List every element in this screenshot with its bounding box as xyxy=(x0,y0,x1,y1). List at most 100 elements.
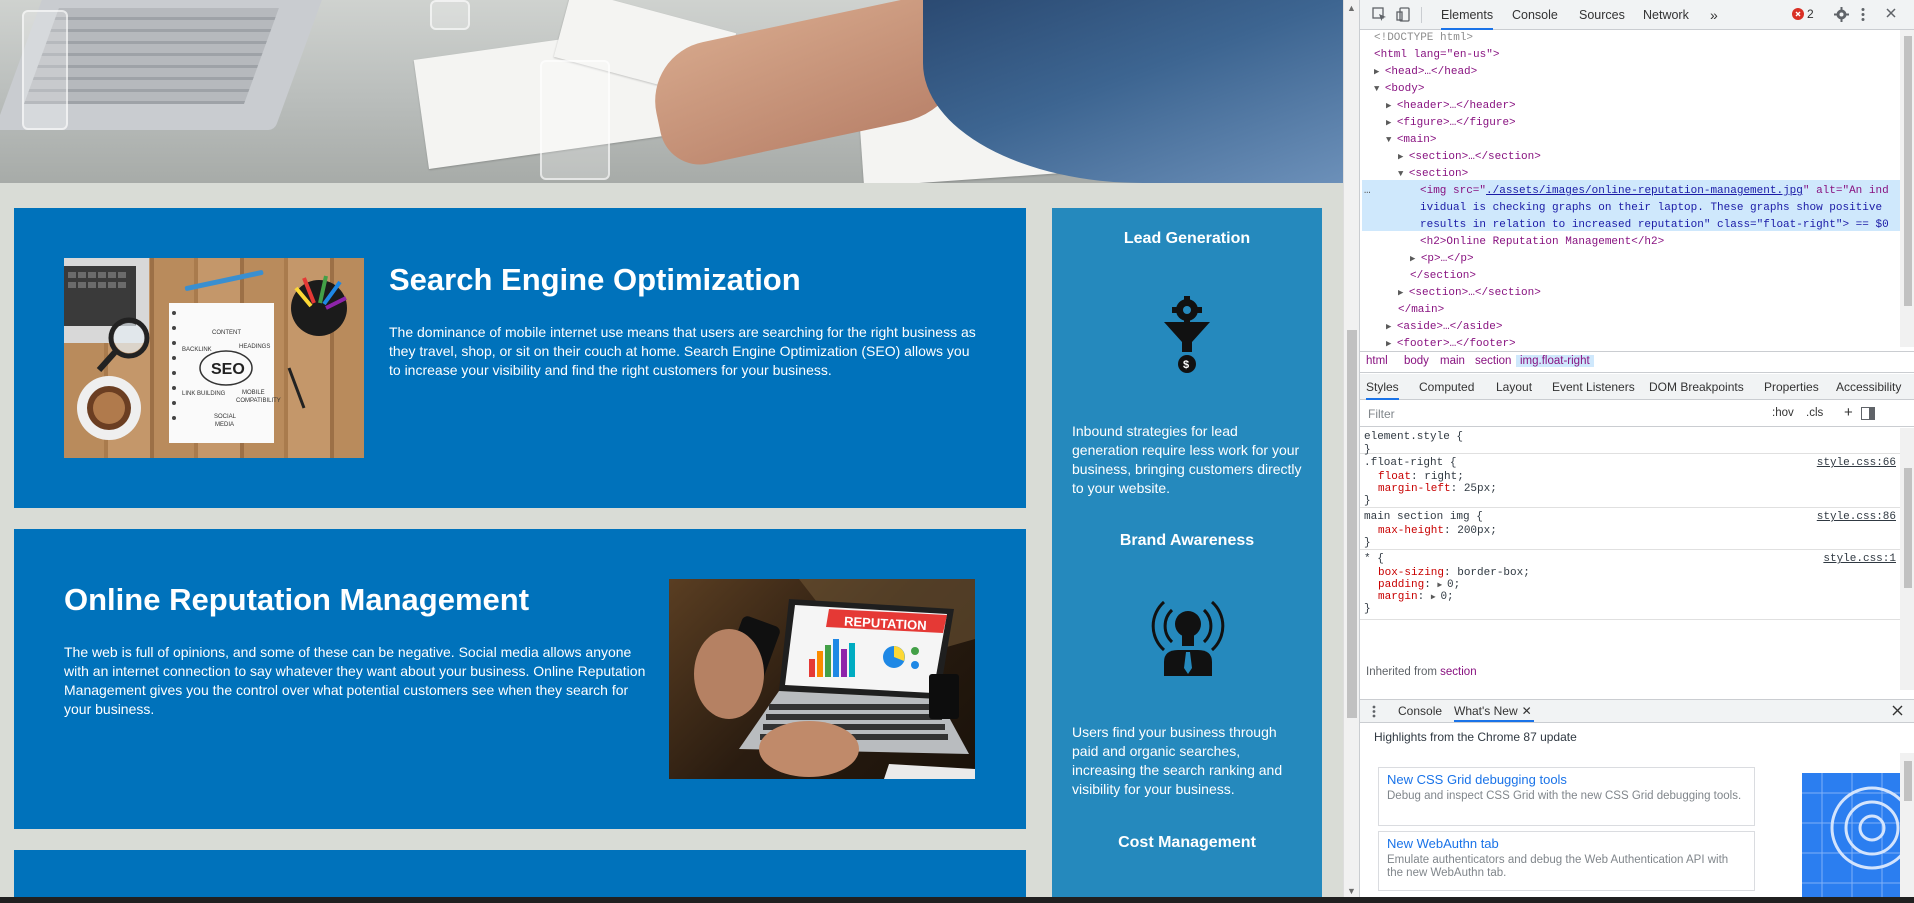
toggle-sidebar-icon[interactable] xyxy=(1861,407,1875,423)
filter-input[interactable]: Filter xyxy=(1368,407,1395,421)
dom-dots[interactable]: … xyxy=(1364,183,1371,200)
svg-text:LINK BUILDING: LINK BUILDING xyxy=(182,391,226,397)
rule-universal[interactable]: * { style.css:1 box-sizing: border-box; … xyxy=(1360,550,1900,620)
tab-elements[interactable]: Elements xyxy=(1441,0,1494,30)
close-devtools-icon[interactable] xyxy=(1885,7,1897,22)
dom-img-line-2: ividual is checking graphs on their lapt… xyxy=(1420,202,1883,214)
dom-section-3[interactable]: ▶ <section>…</section> xyxy=(1398,285,1541,302)
devtools-toolbar: Elements Console Sources Network » 2 xyxy=(1360,0,1914,30)
tab-event-listeners[interactable]: Event Listeners xyxy=(1552,374,1635,400)
dom-body[interactable]: ▼ <body> xyxy=(1374,81,1424,98)
taskbar xyxy=(0,897,1914,903)
dom-h2[interactable]: <h2>Online Reputation Management</h2> xyxy=(1420,234,1664,251)
styles-scrollbar[interactable] xyxy=(1900,428,1914,690)
new-rule-button[interactable]: + xyxy=(1844,404,1853,421)
dom-head[interactable]: ▶ <head>…</head> xyxy=(1374,64,1477,81)
hov-toggle[interactable]: :hov xyxy=(1772,407,1794,419)
rule-float-right[interactable]: .float-right { style.css:66 float: right… xyxy=(1360,454,1900,508)
dom-main-close[interactable]: </main> xyxy=(1398,302,1444,319)
rule-source-link[interactable]: style.css:1 xyxy=(1823,552,1896,566)
whats-new-panel: Highlights from the Chrome 87 update New… xyxy=(1360,723,1914,903)
dom-section-2[interactable]: ▼ <section> xyxy=(1398,166,1468,183)
dom-header[interactable]: ▶ <header>…</header> xyxy=(1386,98,1516,115)
svg-text:$: $ xyxy=(1183,359,1189,371)
aside-title-lead-generation: Lead Generation xyxy=(1123,230,1251,247)
svg-text:CONTENT: CONTENT xyxy=(212,330,241,336)
dom-aside[interactable]: ▶ <aside>…</aside> xyxy=(1386,319,1502,336)
styles-filter-bar: Filter :hov .cls + xyxy=(1360,401,1914,427)
breadcrumb: html body main section img.float-right xyxy=(1360,351,1914,373)
more-tabs-button[interactable]: » xyxy=(1710,0,1718,30)
rule-source-link[interactable]: style.css:86 xyxy=(1817,510,1896,524)
svg-text:BACKLINK: BACKLINK xyxy=(182,347,212,353)
hero-image xyxy=(0,0,1343,183)
page-scrollbar[interactable]: ▲ ▼ xyxy=(1343,0,1359,903)
dom-scrollbar[interactable] xyxy=(1900,30,1914,347)
tab-computed[interactable]: Computed xyxy=(1419,374,1474,400)
orm-card: Online Reputation Management The web is … xyxy=(14,529,1026,829)
drawer-menu-icon[interactable] xyxy=(1372,705,1376,721)
breadcrumb-main[interactable]: main xyxy=(1440,355,1465,367)
breadcrumb-img[interactable]: img.float-right xyxy=(1516,355,1594,367)
seo-card: SEO CONTENT HEADINGS BACKLINK LINK BUILD… xyxy=(14,208,1026,508)
page-scrollbar-thumb[interactable] xyxy=(1347,330,1357,718)
svg-text:SOCIAL: SOCIAL xyxy=(214,414,237,420)
gear-icon[interactable] xyxy=(1834,7,1849,25)
dom-p[interactable]: ▶ <p>…</p> xyxy=(1410,251,1474,268)
tab-sources[interactable]: Sources xyxy=(1579,0,1625,30)
error-icon[interactable] xyxy=(1792,8,1804,20)
svg-text:COMPATIBILITY: COMPATIBILITY xyxy=(236,398,281,404)
breadcrumb-section[interactable]: section xyxy=(1475,355,1511,367)
tab-accessibility[interactable]: Accessibility xyxy=(1836,374,1901,400)
svg-text:HEADINGS: HEADINGS xyxy=(239,344,270,350)
breadcrumb-body[interactable]: body xyxy=(1404,355,1429,367)
tab-layout[interactable]: Layout xyxy=(1496,374,1532,400)
styles-pane: element.style { } .float-right { style.c… xyxy=(1360,428,1900,690)
dom-html[interactable]: <html lang="en-us"> xyxy=(1374,47,1499,64)
tab-properties[interactable]: Properties xyxy=(1764,374,1819,400)
tab-network[interactable]: Network xyxy=(1643,0,1689,30)
svg-text:MEDIA: MEDIA xyxy=(215,422,234,428)
scroll-up-icon[interactable]: ▲ xyxy=(1347,3,1356,13)
breadcrumb-html[interactable]: html xyxy=(1366,355,1388,367)
whats-new-card-css-grid[interactable]: New CSS Grid debugging tools Debug and i… xyxy=(1378,767,1755,826)
img-src-link[interactable]: ./assets/images/online-reputation-manage… xyxy=(1486,185,1803,197)
dom-doctype[interactable]: <!DOCTYPE html> xyxy=(1374,30,1473,47)
drawer-tab-whats-new[interactable]: What's New ✕ xyxy=(1454,700,1534,722)
aside-panel: Lead Generation $ Inbound strategies for… xyxy=(1052,208,1322,903)
dom-figure[interactable]: ▶ <figure>…</figure> xyxy=(1386,115,1516,132)
more-options-icon[interactable] xyxy=(1860,7,1866,25)
cls-toggle[interactable]: .cls xyxy=(1806,407,1823,419)
close-tab-icon[interactable]: ✕ xyxy=(1522,700,1532,722)
whats-new-illustration xyxy=(1802,773,1900,903)
aside-body-lead-generation: Inbound strategies for lead generation r… xyxy=(1072,423,1302,496)
rule-element-style[interactable]: element.style { } xyxy=(1360,428,1900,456)
dom-footer[interactable]: ▶ <footer>…</footer> xyxy=(1386,336,1516,347)
close-drawer-icon[interactable] xyxy=(1892,705,1903,719)
scroll-down-icon[interactable]: ▼ xyxy=(1347,886,1356,896)
orm-body: The web is full of opinions, and some of… xyxy=(64,644,646,717)
tab-styles[interactable]: Styles xyxy=(1366,374,1399,400)
dom-main[interactable]: ▼ <main> xyxy=(1386,132,1436,149)
devtools-panel: Elements Console Sources Network » 2 <!D… xyxy=(1359,0,1914,903)
inherited-from-link[interactable]: section xyxy=(1440,666,1476,678)
dom-section-1[interactable]: ▶ <section>…</section> xyxy=(1398,149,1541,166)
tab-dom-breakpoints[interactable]: DOM Breakpoints xyxy=(1649,374,1744,400)
rule-main-section-img[interactable]: main section img { style.css:86 max-heig… xyxy=(1360,508,1900,550)
whats-new-scrollbar[interactable] xyxy=(1900,753,1914,903)
tab-console[interactable]: Console xyxy=(1512,0,1558,30)
seo-title: Search Engine Optimization xyxy=(389,262,801,297)
device-toolbar-icon[interactable] xyxy=(1396,7,1411,25)
inspect-element-icon[interactable] xyxy=(1372,7,1387,25)
svg-text:SEO: SEO xyxy=(211,361,245,378)
dom-section-close[interactable]: </section> xyxy=(1410,268,1476,285)
rule-source-link[interactable]: style.css:66 xyxy=(1817,456,1896,470)
dom-tree: <!DOCTYPE html> <html lang="en-us"> ▶ <h… xyxy=(1360,30,1900,347)
error-count[interactable]: 2 xyxy=(1807,7,1814,21)
drawer-tab-console[interactable]: Console xyxy=(1398,700,1442,722)
orm-title: Online Reputation Management xyxy=(64,582,530,617)
aside-title-brand-awareness: Brand Awareness xyxy=(1119,532,1255,549)
highlights-heading: Highlights from the Chrome 87 update xyxy=(1374,730,1577,744)
whats-new-card-webauthn[interactable]: New WebAuthn tab Emulate authenticators … xyxy=(1378,831,1755,891)
dom-img-selected[interactable]: <img src="./assets/images/online-reputat… xyxy=(1420,183,1889,200)
